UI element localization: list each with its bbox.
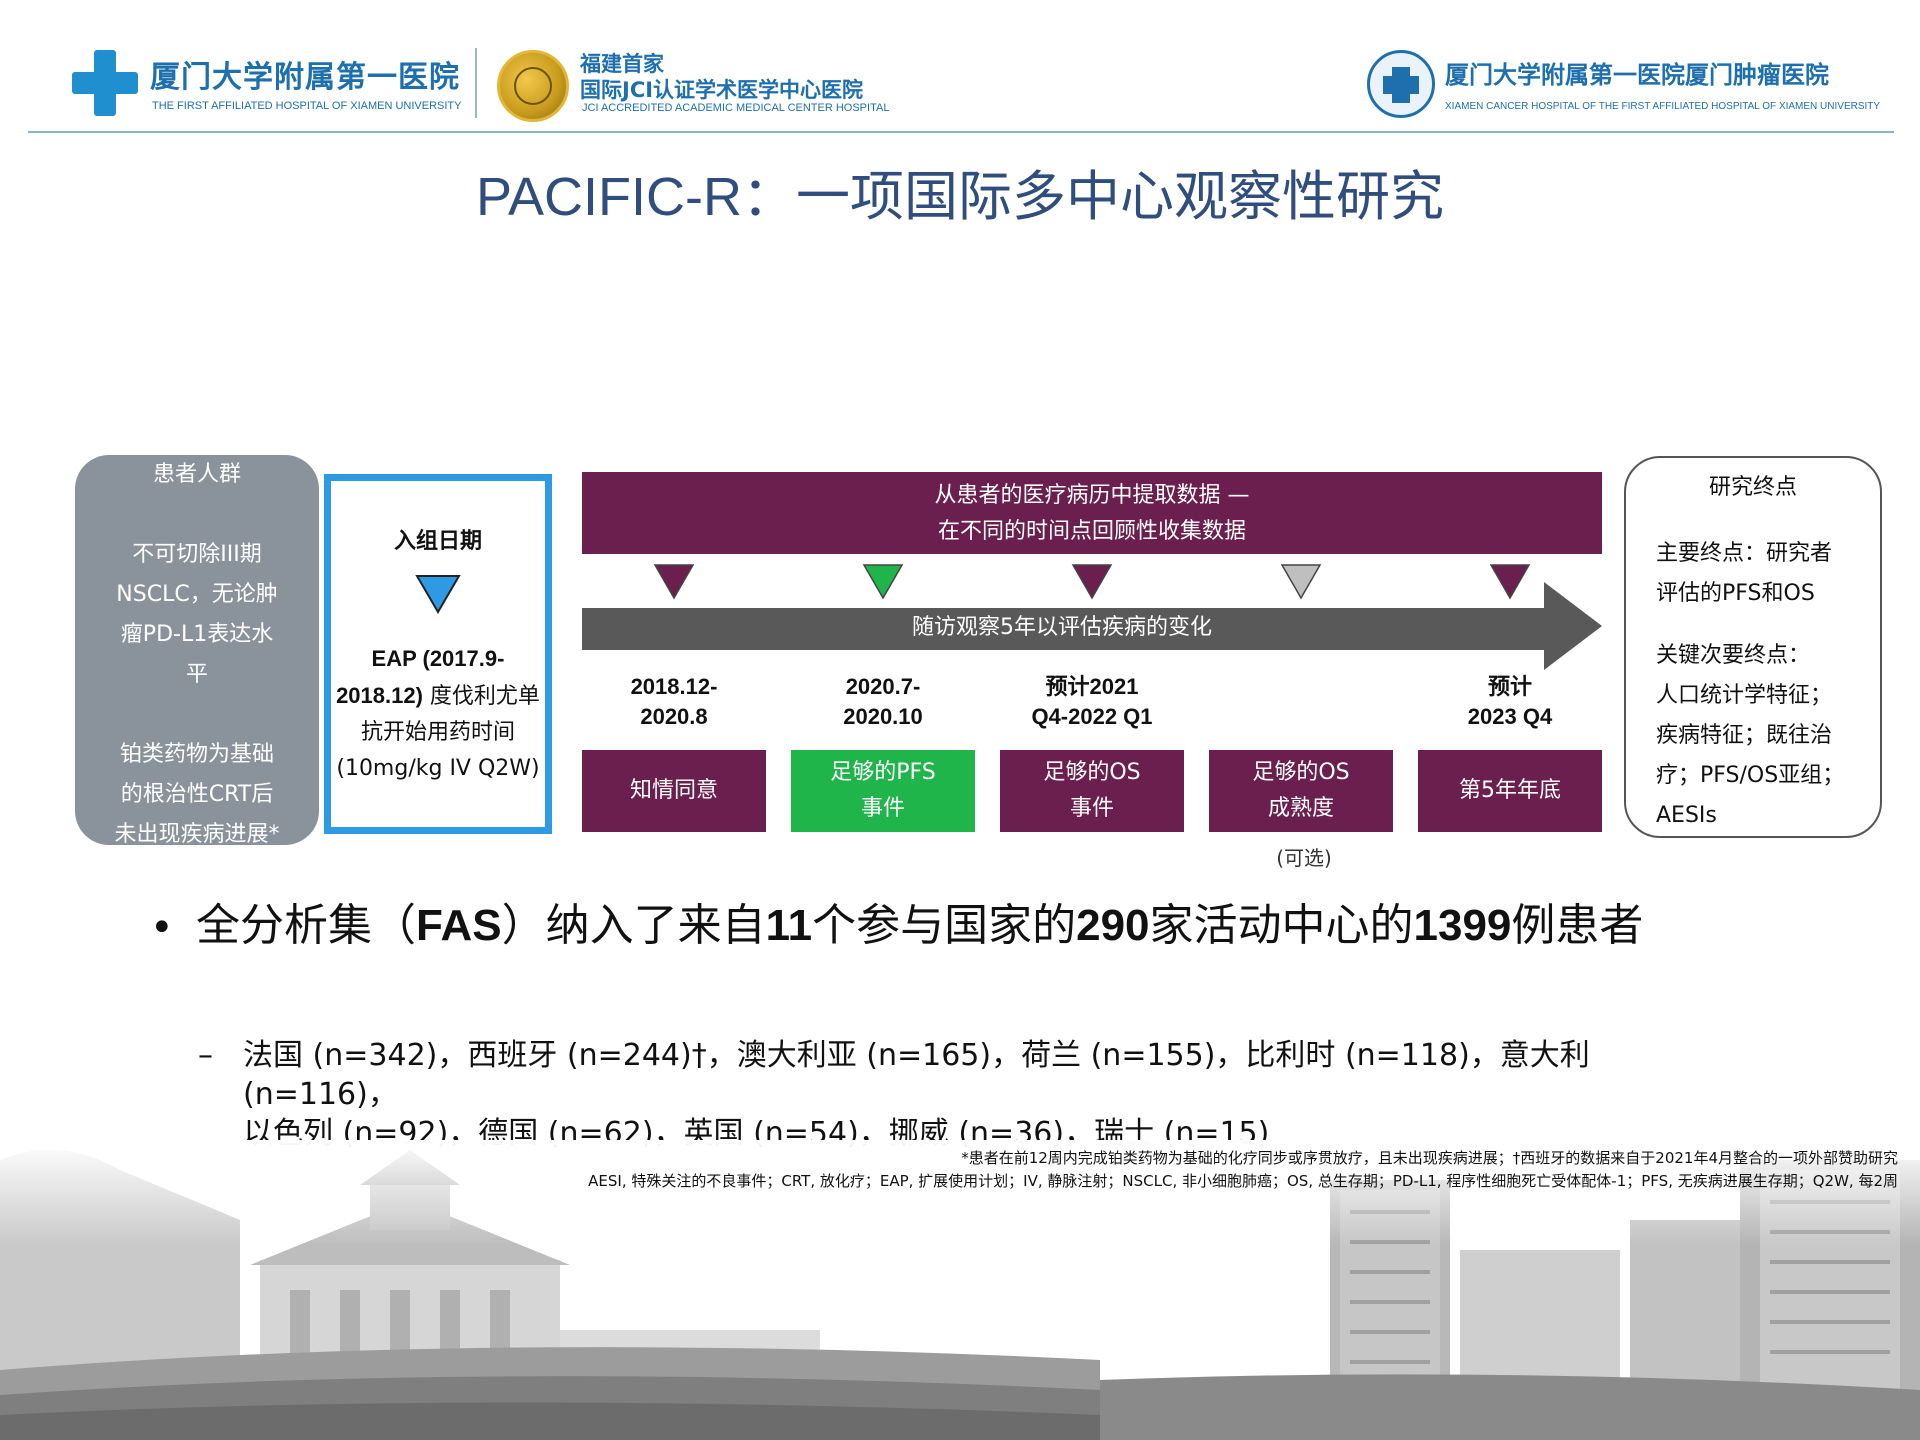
date-line-2: 2023 Q4 [1467, 704, 1553, 729]
jci-seal-icon [497, 50, 569, 122]
timepoint-marker-icon [1071, 564, 1113, 600]
fas-bullet: 全分析集（FAS）纳入了来自11个参与国家的290家活动中心的1399例患者 [196, 898, 1716, 954]
primary-endpoint: 主要终点：研究者 [1656, 541, 1833, 566]
timepoint-date: 预计 2023 Q4 [1418, 672, 1602, 732]
event-box-informed-consent: 知情同意 [582, 750, 766, 832]
population-line: 瘤PD-L1表达水 [120, 622, 274, 647]
bullet-dot: • [150, 905, 174, 951]
population-line: 铂类药物为基础 [119, 742, 274, 767]
population-line: NSCLC，无论肿 [116, 582, 278, 607]
date-line-2: Q4-2022 Q1 [1031, 704, 1153, 729]
hospital-cross-logo-icon [72, 50, 138, 116]
population-line: 的根治性CRT后 [120, 782, 274, 807]
bullet-part: 例患者 [1511, 900, 1644, 951]
data-extraction-band: 从患者的医疗病历中提取数据 — 在不同的时间点回顾性收集数据 [582, 472, 1602, 554]
event-box-pfs: 足够的PFS 事件 [791, 750, 975, 832]
timepoint-date: 2020.7- 2020.10 [791, 672, 975, 732]
timepoint-marker-icon [653, 564, 695, 600]
event-box-year5: 第5年年底 [1418, 750, 1602, 832]
bullet-part: ）纳入了来自 [501, 900, 766, 951]
date-line-2: 2020.10 [843, 704, 923, 729]
event-label: 知情同意 [629, 778, 718, 803]
population-criteria-b: 铂类药物为基础 的根治性CRT后 未出现疾病进展* [75, 735, 319, 845]
secondary-endpoint: 疾病特征；既往治 [1656, 723, 1833, 748]
study-endpoints-box: 研究终点 主要终点：研究者 评估的PFS和OS 关键次要终点： 人口统计学特征；… [1624, 456, 1882, 838]
header-divider [475, 48, 477, 118]
bullet-part: 1399 [1413, 901, 1512, 950]
band-line-1: 从患者的医疗病历中提取数据 — [934, 483, 1250, 508]
footnote-abbreviations: AESI, 特殊关注的不良事件；CRT, 放化疗；EAP, 扩展使用计划；IV,… [588, 1172, 1898, 1190]
bullet-part: 家活动中心的 [1149, 900, 1414, 951]
event-label: 事件 [860, 796, 905, 821]
footnote-1: *患者在前12周内完成铂类药物为基础的化疗同步或序贯放疗，且未出现疾病进展；†西… [961, 1149, 1898, 1167]
bullet-part: 全分析集（ [196, 900, 416, 951]
slide-title: PACIFIC-R：一项国际多中心观察性研究 [476, 167, 1444, 227]
timepoint-marker-icon [862, 564, 904, 600]
band-line-2: 在不同的时间点回顾性收集数据 [937, 519, 1246, 544]
primary-endpoint: 评估的PFS和OS [1656, 581, 1815, 606]
timepoint-marker-icon [1489, 564, 1531, 600]
timepoint-date: 预计2021 Q4-2022 Q1 [1000, 672, 1184, 732]
follow-up-arrow-label: 随访观察5年以评估疾病的变化 [912, 615, 1212, 640]
optional-note: (可选) [1276, 846, 1332, 870]
timepoint-date: 2018.12- 2020.8 [582, 672, 766, 732]
jci-line-en: JCI ACCREDITED ACADEMIC MEDICAL CENTER H… [582, 102, 890, 114]
event-box-os-maturity: 足够的OS 成熟度 [1209, 750, 1393, 832]
sub-bullet-dash: – [198, 1038, 213, 1073]
date-line-1: 预计2021 [1045, 674, 1139, 699]
cancer-hospital-name-cn: 厦门大学附属第一医院厦门肿瘤医院 [1445, 60, 1829, 89]
event-label: 足够的PFS [830, 760, 936, 785]
hospital-name-cn: 厦门大学附属第一医院 [150, 60, 460, 95]
header-rule [28, 131, 1894, 133]
hospital-name-en: THE FIRST AFFILIATED HOSPITAL OF XIAMEN … [152, 100, 462, 112]
jci-line-2: 国际JCI认证学术医学中心医院 [580, 78, 864, 102]
bullet-part: 11 [765, 901, 813, 950]
enrollment-marker-icon [415, 575, 461, 614]
population-line: 未出现疾病进展* [114, 822, 280, 845]
cancer-hospital-seal-icon [1367, 50, 1435, 118]
patient-population-box: 患者人群 不可切除III期 NSCLC，无论肿 瘤PD-L1表达水 平 铂类药物… [75, 455, 319, 845]
population-line: 平 [185, 662, 208, 687]
date-line-1: 预计 [1487, 674, 1532, 699]
secondary-endpoint: 疗；PFS/OS亚组； [1656, 763, 1845, 788]
secondary-endpoint: 人口统计学特征； [1656, 683, 1833, 708]
bullet-part: FAS [416, 901, 502, 950]
secondary-endpoint-title: 关键次要终点： [1656, 643, 1811, 668]
event-label: 第5年年底 [1459, 778, 1561, 803]
date-line-1: 2018.12- [630, 674, 718, 699]
country-breakdown: 法国 (n=342)，西班牙 (n=244)†，澳大利亚 (n=165)，荷兰 … [243, 1036, 1703, 1153]
header: 厦门大学附属第一医院 THE FIRST AFFILIATED HOSPITAL… [0, 0, 1920, 135]
enrollment-date-box: 入组日期 EAP (2017.9-2018.12) 度伐利尤单抗开始用药时间 (… [324, 474, 552, 834]
secondary-endpoint: AESIs [1656, 803, 1717, 828]
bullet-part: 个参与国家的 [812, 900, 1077, 951]
date-line-2: 2020.8 [640, 704, 708, 729]
event-label: 事件 [1069, 796, 1114, 821]
enrollment-description: EAP (2017.9-2018.12) 度伐利尤单抗开始用药时间 (10mg/… [331, 641, 545, 787]
endpoints-title: 研究终点 [1708, 475, 1797, 500]
population-title: 患者人群 [152, 462, 241, 487]
population-criteria-a: 不可切除III期 NSCLC，无论肿 瘤PD-L1表达水 平 [75, 535, 319, 695]
country-line: 法国 (n=342)，西班牙 (n=244)†，澳大利亚 (n=165)，荷兰 … [243, 1038, 1590, 1112]
event-label: 成熟度 [1267, 796, 1334, 821]
date-line-1: 2020.7- [845, 674, 921, 699]
population-line: 不可切除III期 [132, 542, 262, 567]
event-label: 足够的OS [1043, 760, 1141, 785]
cancer-hospital-name-en: XIAMEN CANCER HOSPITAL OF THE FIRST AFFI… [1445, 101, 1881, 112]
event-box-os-events: 足够的OS 事件 [1000, 750, 1184, 832]
endpoints-list: 主要终点：研究者 评估的PFS和OS 关键次要终点： 人口统计学特征； 疾病特征… [1656, 534, 1871, 836]
event-label: 足够的OS [1252, 760, 1350, 785]
enrollment-title: 入组日期 [393, 529, 482, 554]
timepoint-marker-icon [1280, 564, 1322, 600]
bullet-part: 290 [1076, 901, 1150, 950]
